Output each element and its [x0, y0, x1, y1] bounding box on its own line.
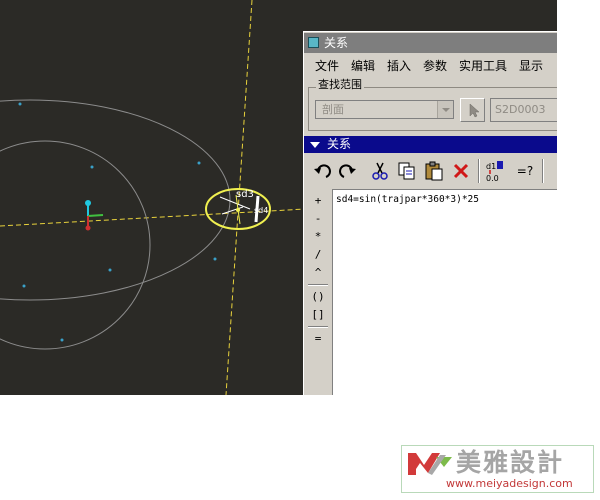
operator-power-button[interactable]: ^ — [310, 265, 326, 281]
relations-section-header[interactable]: 关系 — [304, 136, 557, 153]
menu-utilities[interactable]: 实用工具 — [459, 56, 507, 76]
operator-brackets-button[interactable]: [] — [310, 307, 326, 323]
collapse-arrow-icon[interactable] — [310, 142, 320, 148]
relations-toolbar: d1 0.0 =? — [304, 156, 557, 187]
operator-divide-button[interactable]: / — [310, 247, 326, 263]
sketch-point — [197, 161, 201, 165]
highlighted-section: sd3 sd4 — [205, 188, 271, 230]
operator-multiply-button[interactable]: * — [310, 229, 326, 245]
dimension-label-sd3: sd3 — [236, 189, 254, 200]
dialog-titlebar[interactable]: 关系 — [304, 33, 557, 53]
toolbar-separator — [478, 159, 480, 183]
sketch-point — [213, 257, 217, 261]
operator-plus-button[interactable]: + — [310, 193, 326, 209]
watermark-brand-text: 美雅設計 — [456, 448, 565, 477]
search-scope-value: 剖面 — [322, 103, 344, 116]
redo-icon[interactable] — [336, 160, 358, 182]
sketch-point — [60, 338, 64, 342]
operator-equals-button[interactable]: = — [310, 331, 326, 347]
sketch-point — [18, 102, 22, 106]
outer-trajectory-curve — [0, 99, 231, 301]
sketch-point — [90, 165, 94, 169]
sketch-point — [108, 268, 112, 272]
sort-bottom-label: 0.0 — [486, 174, 499, 182]
meiya-logo-icon — [408, 453, 452, 475]
inner-trajectory-curve — [0, 140, 151, 350]
delete-icon[interactable] — [450, 160, 472, 182]
watermark-logo: 美雅設計 www.meiyadesign.com — [401, 445, 594, 493]
copy-icon[interactable] — [396, 160, 418, 182]
selected-object-field[interactable]: S2D0003 — [490, 98, 557, 122]
operator-minus-button[interactable]: - — [310, 211, 326, 227]
operator-separator — [308, 284, 328, 286]
evaluate-icon[interactable]: =? — [514, 160, 536, 182]
select-object-button[interactable] — [460, 98, 485, 122]
paste-icon[interactable] — [423, 160, 445, 182]
dropdown-arrow-icon[interactable] — [437, 101, 453, 118]
operator-separator — [308, 326, 328, 328]
relation-equation: sd4=sin(trajpar*360*3)*25 — [336, 194, 479, 205]
dimension-label-sd4: sd4 — [254, 206, 268, 215]
relations-dialog: 关系 文件 编辑 插入 参数 实用工具 显示 查找范围 剖面 S2D0003 关… — [303, 31, 557, 395]
coordinate-triad-icon — [85, 200, 104, 231]
sort-relations-icon[interactable]: d1 0.0 — [484, 160, 506, 182]
operator-parentheses-button[interactable]: () — [310, 289, 326, 305]
sketch-point — [22, 284, 26, 288]
relations-window-icon — [308, 37, 319, 48]
relations-section-label: 关系 — [327, 137, 352, 151]
watermark-url: www.meiyadesign.com — [446, 477, 573, 490]
menu-insert[interactable]: 插入 — [387, 56, 411, 76]
toolbar-separator — [542, 159, 544, 183]
undo-icon[interactable] — [312, 160, 334, 182]
operator-palette: + - * / ^ () [] = — [304, 189, 332, 395]
menu-file[interactable]: 文件 — [315, 56, 339, 76]
search-scope-label: 查找范围 — [316, 78, 364, 92]
menu-display[interactable]: 显示 — [519, 56, 543, 76]
menu-edit[interactable]: 编辑 — [351, 56, 375, 76]
cut-icon[interactable] — [369, 160, 391, 182]
search-scope-select[interactable]: 剖面 — [315, 100, 454, 119]
sort-top-label: d1 — [486, 162, 496, 171]
dialog-title: 关系 — [324, 36, 349, 50]
select-arrow-icon — [469, 103, 480, 118]
relation-editor[interactable]: sd4=sin(trajpar*360*3)*25 — [332, 189, 557, 395]
menu-parameters[interactable]: 参数 — [423, 56, 447, 76]
